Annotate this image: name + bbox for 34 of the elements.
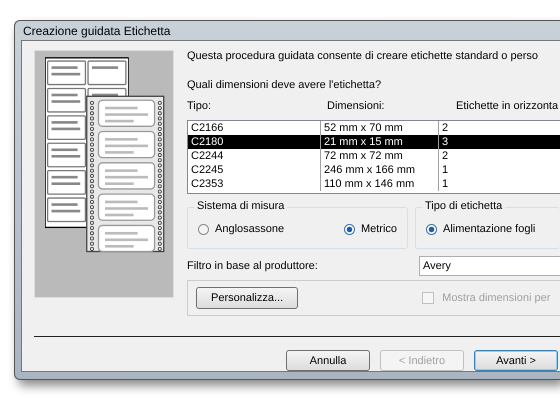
table-cell-text: 1: [441, 177, 448, 191]
table-cell: 246 mm x 166 mm: [321, 163, 439, 177]
filter-label: Filtro in base al produttore:: [187, 260, 319, 272]
table-cell: C2244: [188, 149, 321, 163]
question-text: Quali dimensioni deve avere l'etichetta?: [187, 79, 382, 91]
radio-option[interactable]: Anglosassone: [198, 223, 284, 235]
column-header: Etichette in orizzonta: [456, 100, 558, 114]
label-size-list[interactable]: C2166 52 mm x 70 mm 2 C2180 21 mm x 15 mm 3 C2244 72 mm x 72 mm 2 C2245 246 mm x 166 mm 1 C2353 110 mm x 146 mm 1: [187, 120, 560, 194]
window-title: Creazione guidata Etichetta: [23, 24, 170, 38]
table-cell-text: 3: [441, 135, 448, 149]
wizard-button[interactable]: Avanti >: [474, 350, 558, 371]
list-row[interactable]: C2353 110 mm x 146 mm 1: [188, 177, 560, 191]
table-cell-text: 1: [441, 163, 448, 177]
table-cell: 21 mm x 15 mm: [321, 135, 439, 149]
intro-text: Questa procedura guidata consente di creare etichette standard o perso: [187, 50, 540, 62]
radio-option[interactable]: Metrico: [344, 223, 397, 235]
table-cell: C2180: [188, 135, 321, 149]
table-cell: C2353: [188, 177, 321, 191]
customize-button[interactable]: Personalizza...: [196, 287, 298, 309]
table-cell: 72 mm x 72 mm: [321, 149, 439, 163]
list-row[interactable]: C2245 246 mm x 166 mm 1: [188, 163, 560, 177]
table-cell: 110 mm x 146 mm: [321, 177, 439, 191]
group-title: Tipo di etichetta: [422, 200, 506, 212]
list-row[interactable]: C2244 72 mm x 72 mm 2: [188, 149, 560, 163]
manufacturer-field[interactable]: Avery: [419, 256, 560, 276]
wizard-button[interactable]: Annulla: [286, 350, 370, 371]
table-cell: C2245: [188, 163, 321, 177]
radio-option[interactable]: Alimentazione fogli: [426, 223, 536, 235]
list-row[interactable]: C2180 21 mm x 15 mm 3: [188, 135, 560, 149]
column-header: Tipo:: [187, 100, 212, 114]
table-cell-text: 2: [441, 149, 448, 163]
group-title: Sistema di misura: [194, 200, 288, 212]
column-header: Dimensioni:: [327, 100, 386, 114]
table-cell-text: 2: [441, 121, 448, 135]
